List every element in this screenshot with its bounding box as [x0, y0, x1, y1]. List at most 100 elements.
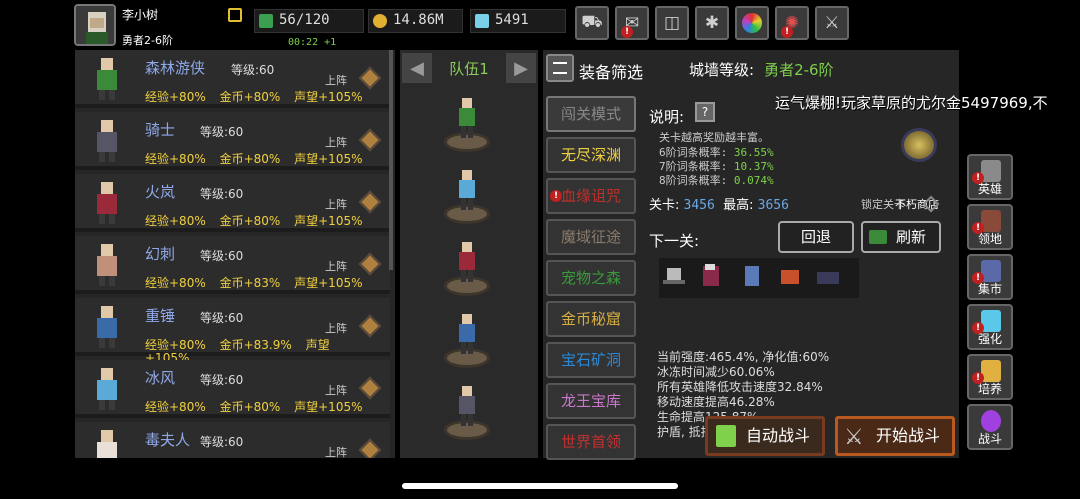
- refresh-button[interactable]: 刷新: [861, 221, 941, 253]
- hero-row[interactable]: 冰风 等级:60 经验+80% 金币+80% 声望+105% 上阵: [75, 360, 390, 418]
- deploy-diamond-icon[interactable]: [358, 314, 382, 338]
- mode-label: 世界首领: [560, 433, 621, 451]
- shop-cart-button[interactable]: ⛟: [575, 6, 609, 40]
- mode-button[interactable]: 闯关模式: [546, 96, 636, 132]
- alert-icon: !: [621, 26, 633, 38]
- team-hero-sprite: [459, 98, 475, 138]
- hero-name: 森林游侠: [145, 59, 206, 77]
- alert-icon: !: [972, 272, 984, 284]
- stage-label: 关卡:: [649, 198, 680, 213]
- side-nav-4[interactable]: 培养!: [967, 354, 1013, 400]
- mode-button[interactable]: 金币秘窟: [546, 301, 636, 337]
- grail-icon: [981, 360, 1001, 382]
- team-slot[interactable]: [440, 98, 494, 152]
- filter-menu-button[interactable]: [546, 54, 574, 82]
- player-avatar[interactable]: [74, 4, 116, 46]
- deploy-label[interactable]: 上阵: [325, 196, 347, 212]
- arrow-left-icon: ◀: [410, 57, 424, 79]
- portal-icon: [981, 410, 1001, 432]
- hero-stats: 经验+80% 金币+83% 声望+105%: [145, 274, 373, 291]
- deploy-label[interactable]: 上阵: [325, 134, 347, 150]
- team-label: 队伍1: [449, 60, 489, 78]
- hero-portrait: [97, 368, 117, 410]
- mode-button[interactable]: 血缘诅咒!: [546, 178, 636, 214]
- gold-counter: 14.86M: [368, 9, 463, 33]
- mode-label: 魔域征途: [560, 228, 621, 246]
- mode-button[interactable]: 魔域征途: [546, 219, 636, 255]
- hero-list-scrollbar[interactable]: [389, 50, 393, 270]
- deploy-diamond-icon[interactable]: [358, 66, 382, 90]
- gamepad-button[interactable]: ◫: [655, 6, 689, 40]
- best-value: 3656: [757, 198, 789, 213]
- gold-coin-icon: [373, 14, 387, 28]
- start-battle-label: 开始战斗: [876, 426, 941, 445]
- mode-label: 金币秘窟: [560, 310, 621, 328]
- hero-row[interactable]: 幻刺 等级:60 经验+80% 金币+83% 声望+105% 上阵: [75, 236, 390, 294]
- hero-fame-bonus: 声望+105%: [294, 152, 363, 166]
- swords-button[interactable]: ⚔: [815, 6, 849, 40]
- hero-portrait: [97, 306, 117, 348]
- start-battle-button[interactable]: ⚔ 开始战斗: [835, 416, 955, 456]
- deploy-diamond-icon[interactable]: [358, 252, 382, 276]
- auto-battle-button[interactable]: 自动战斗: [705, 416, 825, 456]
- deploy-diamond-icon[interactable]: [358, 128, 382, 152]
- color-wheel-button[interactable]: [735, 6, 769, 40]
- team-slot[interactable]: [440, 386, 494, 440]
- next-stage-label: 下一关:: [649, 232, 700, 250]
- deploy-diamond-icon[interactable]: [358, 438, 382, 458]
- alert-icon: !: [972, 372, 984, 384]
- mode-button[interactable]: 世界首领: [546, 424, 636, 460]
- mode-button[interactable]: 龙王宝库: [546, 383, 636, 419]
- hero-level: 等级:60: [200, 373, 244, 387]
- hero-level: 等级:60: [200, 125, 244, 139]
- team-slot[interactable]: [440, 170, 494, 224]
- lock-stage-label: 锁定关卡: [861, 198, 905, 211]
- hero-row[interactable]: 火岚 等级:60 经验+80% 金币+80% 声望+105% 上阵: [75, 174, 390, 232]
- hero-fame-bonus: 声望+105%: [294, 400, 363, 414]
- settings-button[interactable]: ✱: [695, 6, 729, 40]
- hero-exp-bonus: 经验+80%: [145, 400, 206, 414]
- side-nav-3[interactable]: 强化!: [967, 304, 1013, 350]
- side-nav-5[interactable]: 战斗: [967, 404, 1013, 450]
- color-wheel-icon: [742, 13, 762, 33]
- hero-row[interactable]: 森林游侠 等级:60 经验+80% 金币+80% 声望+105% 上阵: [75, 50, 390, 108]
- side-nav-1[interactable]: 领地!: [967, 204, 1013, 250]
- effect-line: 冰冻时间减少60.06%: [657, 365, 775, 379]
- side-nav-2[interactable]: 集市!: [967, 254, 1013, 300]
- fireworks-button[interactable]: ✺!: [775, 6, 809, 40]
- mode-button[interactable]: 宠物之森: [546, 260, 636, 296]
- hero-stats: 经验+80% 金币+80% 声望+105%: [145, 150, 373, 167]
- team-slot[interactable]: [440, 314, 494, 368]
- alert-icon: !: [972, 172, 984, 184]
- home-indicator[interactable]: [402, 483, 678, 489]
- deploy-label[interactable]: 上阵: [325, 258, 347, 274]
- equipment-filter-label[interactable]: 装备筛选: [579, 59, 643, 83]
- deploy-diamond-icon[interactable]: [358, 190, 382, 214]
- mail-button[interactable]: ✉!: [615, 6, 649, 40]
- back-button[interactable]: 回退: [778, 221, 854, 253]
- hero-fame-bonus: 声望+105%: [294, 214, 363, 228]
- team-next-button[interactable]: ▶: [506, 53, 536, 83]
- refresh-icon: [869, 230, 887, 244]
- edit-icon[interactable]: [228, 8, 242, 22]
- deploy-label[interactable]: 上阵: [325, 72, 347, 88]
- hero-row[interactable]: 毒夫人 等级:60 上阵: [75, 422, 390, 458]
- team-slot[interactable]: [440, 242, 494, 296]
- hero-row[interactable]: 骑士 等级:60 经验+80% 金币+80% 声望+105% 上阵: [75, 112, 390, 170]
- effect-line: 移动速度提高46.28%: [657, 395, 775, 409]
- mode-label: 龙王宝库: [560, 392, 621, 410]
- deploy-label[interactable]: 上阵: [325, 444, 347, 458]
- mode-button[interactable]: 无尽深渊: [546, 137, 636, 173]
- team-prev-button[interactable]: ◀: [402, 53, 432, 83]
- deploy-diamond-icon[interactable]: [358, 376, 382, 400]
- hero-list[interactable]: 森林游侠 等级:60 经验+80% 金币+80% 声望+105% 上阵 骑士 等…: [75, 50, 395, 458]
- mode-button[interactable]: 宝石矿洞: [546, 342, 636, 378]
- team-hero-sprite: [459, 386, 475, 426]
- deploy-label[interactable]: 上阵: [325, 382, 347, 398]
- hero-portrait: [97, 430, 117, 458]
- hero-row[interactable]: 重锤 等级:60 经验+80% 金币+83.9% 声望 +105% 上阵: [75, 298, 390, 365]
- side-nav-0[interactable]: 英雄!: [967, 154, 1013, 200]
- info-icon[interactable]: ?: [695, 102, 715, 122]
- deploy-label[interactable]: 上阵: [325, 320, 347, 336]
- immortal-shop-icon[interactable]: [901, 128, 937, 162]
